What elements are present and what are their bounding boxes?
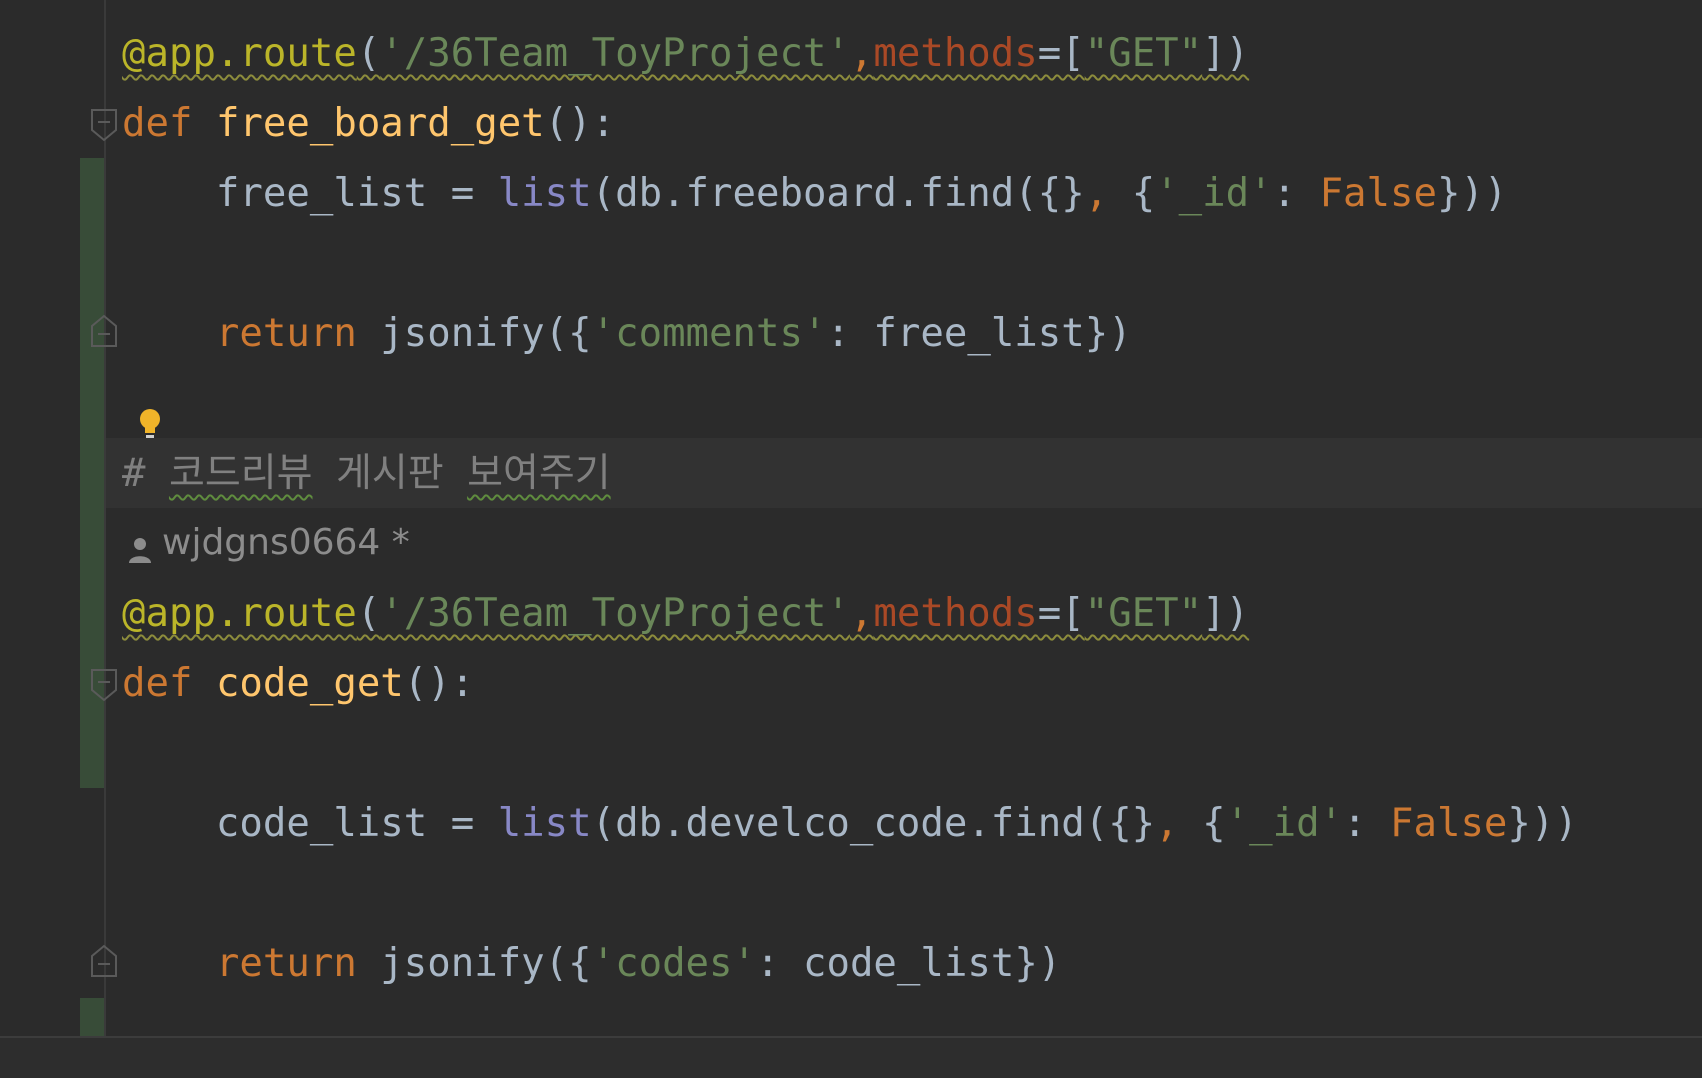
function-name: free_board_get — [215, 101, 545, 146]
comment-word: 보여주기 — [467, 451, 611, 496]
collection-token: db.freeboard.find — [615, 171, 1015, 216]
comment-line[interactable]: # 코드리뷰 게시판 보여주기 — [122, 444, 611, 504]
return-key-token: 'comments' — [591, 311, 827, 356]
function-name: code_get — [215, 661, 404, 706]
get-token: "GET" — [1084, 31, 1203, 76]
false-keyword: False — [1390, 801, 1508, 846]
code-line[interactable]: def free_board_get(): — [122, 94, 615, 154]
def-keyword: def — [122, 661, 193, 706]
route-path-token: '/36Team_ToyProject' — [380, 591, 850, 636]
editor-bottom-bar — [0, 1036, 1702, 1078]
code-line[interactable]: return jsonify({'comments': free_list}) — [122, 304, 1132, 364]
variable-token: free_list — [873, 311, 1085, 356]
variable-token: code_list — [802, 941, 1015, 986]
fold-icon[interactable] — [90, 944, 118, 977]
vcs-change-marker[interactable] — [80, 998, 104, 1036]
return-keyword: return — [215, 941, 357, 986]
author-inlay[interactable]: wjdgns0664 * — [126, 518, 410, 568]
fold-icon[interactable] — [90, 108, 118, 142]
code-line[interactable]: code_list = list(db.develco_code.find({}… — [122, 794, 1578, 854]
get-token: "GET" — [1084, 591, 1203, 636]
decorator-token: @app.route — [122, 591, 357, 636]
return-keyword: return — [215, 311, 357, 356]
modified-mark: * — [380, 522, 410, 563]
fold-icon[interactable] — [90, 668, 118, 702]
jsonify-token: jsonify — [380, 311, 545, 356]
comment-hash: # — [122, 451, 169, 496]
lightbulb-icon[interactable] — [136, 406, 164, 440]
person-icon — [126, 529, 154, 563]
route-path-token: '/36Team_ToyProject' — [380, 31, 850, 76]
return-key-token: 'codes' — [591, 941, 757, 986]
false-keyword: False — [1319, 171, 1437, 216]
code-line[interactable]: free_list = list(db.freeboard.find({}, {… — [122, 164, 1508, 224]
jsonify-token: jsonify — [380, 941, 545, 986]
code-line[interactable]: @app.route('/36Team_ToyProject',methods=… — [122, 24, 1249, 84]
def-keyword: def — [122, 101, 193, 146]
methods-token: methods — [873, 591, 1038, 636]
code-line[interactable]: @app.route('/36Team_ToyProject',methods=… — [122, 584, 1249, 644]
comment-word: 게시판 — [335, 451, 444, 496]
code-editor[interactable]: @app.route('/36Team_ToyProject',methods=… — [0, 0, 1702, 1078]
comment-word: 코드리뷰 — [168, 451, 313, 496]
builtin-token: list — [497, 801, 592, 846]
builtin-token: list — [497, 171, 592, 216]
decorator-token: @app.route — [122, 31, 357, 76]
gutter-divider — [104, 0, 106, 1078]
code-line[interactable]: def code_get(): — [122, 654, 474, 714]
id-key-token: '_id' — [1155, 171, 1273, 216]
collection-token: db.develco_code.find — [615, 801, 1085, 846]
variable-token: code_list — [215, 801, 428, 846]
methods-token: methods — [873, 31, 1038, 76]
variable-token: free_list — [215, 171, 428, 216]
author-name: wjdgns0664 — [162, 522, 381, 563]
id-key-token: '_id' — [1225, 801, 1344, 846]
fold-icon[interactable] — [90, 314, 118, 347]
editor-gutter — [0, 0, 117, 1078]
code-line[interactable]: return jsonify({'codes': code_list}) — [122, 934, 1061, 994]
